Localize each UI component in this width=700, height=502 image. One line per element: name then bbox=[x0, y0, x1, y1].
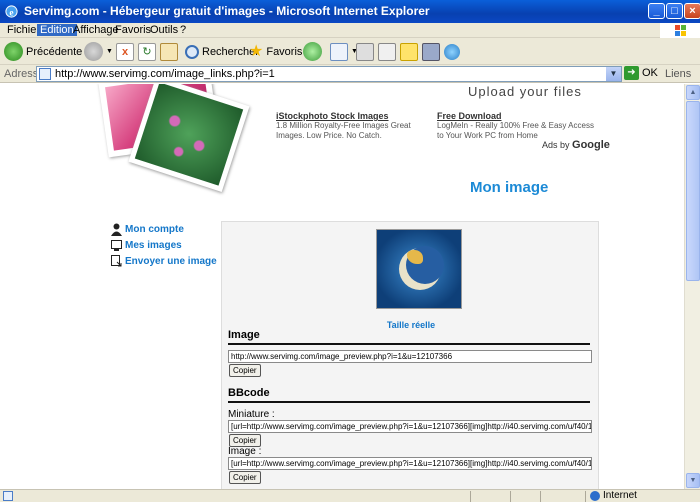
discuss-button[interactable] bbox=[400, 40, 418, 63]
nav-label[interactable]: Envoyer une image bbox=[125, 256, 217, 267]
print-button[interactable] bbox=[356, 40, 374, 63]
page-icon bbox=[3, 491, 13, 501]
windows-flag-icon bbox=[675, 25, 686, 36]
go-arrow-icon: ➜ bbox=[624, 66, 639, 80]
bbcode-miniature-field[interactable]: [url=http://www.servimg.com/image_previe… bbox=[228, 420, 592, 433]
page-title: Mon image bbox=[470, 179, 549, 196]
scroll-thumb[interactable] bbox=[686, 101, 700, 281]
monitor-icon bbox=[111, 239, 122, 251]
real-size-link[interactable]: Taille réelle bbox=[222, 320, 600, 330]
address-bar: Adresse http://www.servimg.com/image_lin… bbox=[0, 65, 700, 83]
forward-button[interactable]: ▼ bbox=[84, 40, 113, 63]
history-icon bbox=[303, 42, 322, 61]
mail-icon bbox=[330, 42, 348, 61]
chevron-down-icon[interactable]: ▼ bbox=[606, 67, 621, 81]
nav-envoyer-image[interactable]: Envoyer une image bbox=[111, 253, 217, 269]
address-url[interactable]: http://www.servimg.com/image_links.php?i… bbox=[55, 68, 275, 80]
refresh-button[interactable]: ↻ bbox=[138, 40, 156, 63]
stop-button[interactable]: x bbox=[116, 40, 134, 63]
nav-label[interactable]: Mon compte bbox=[125, 224, 184, 235]
close-button[interactable]: × bbox=[684, 3, 700, 19]
browser-content: Upload your files iStockphoto Stock Imag… bbox=[0, 84, 684, 489]
home-icon bbox=[160, 42, 178, 61]
copy-image-button[interactable]: Copier bbox=[229, 364, 261, 377]
scroll-down-icon[interactable]: ▼ bbox=[686, 473, 700, 488]
maximize-button[interactable]: □ bbox=[666, 3, 683, 19]
upload-icon bbox=[111, 254, 122, 266]
edit-icon bbox=[378, 42, 396, 61]
go-label: OK bbox=[642, 67, 658, 79]
research-button[interactable] bbox=[422, 40, 440, 63]
back-arrow-icon bbox=[4, 42, 23, 61]
section-bbcode-title: BBcode bbox=[228, 387, 270, 399]
section-divider bbox=[228, 343, 590, 345]
zone-label: Internet bbox=[603, 490, 637, 501]
image-thumbnail[interactable] bbox=[376, 229, 462, 309]
bbcode-image-field[interactable]: [url=http://www.servimg.com/image_previe… bbox=[228, 457, 592, 470]
minimize-button[interactable]: _ bbox=[648, 3, 665, 19]
print-icon bbox=[356, 42, 374, 61]
messenger-button[interactable] bbox=[444, 40, 460, 63]
miniature-label: Miniature : bbox=[228, 409, 275, 420]
search-icon bbox=[185, 44, 199, 59]
window-title: Servimg.com - Hébergeur gratuit d'images… bbox=[24, 4, 430, 18]
refresh-icon: ↻ bbox=[138, 42, 156, 61]
image-link-field[interactable]: http://www.servimg.com/image_preview.php… bbox=[228, 350, 592, 363]
favorites-button[interactable]: ★ Favoris bbox=[249, 40, 302, 63]
google-logo: Google bbox=[572, 139, 610, 151]
menu-outils[interactable]: Outils bbox=[147, 24, 181, 36]
favorites-label: Favoris bbox=[266, 45, 303, 58]
star-icon: ★ bbox=[249, 42, 264, 60]
ad-istockphoto[interactable]: iStockphoto Stock Images 1.8 Million Roy… bbox=[276, 111, 436, 141]
home-button[interactable] bbox=[160, 40, 178, 63]
back-button[interactable]: Précédente ▼ bbox=[4, 40, 92, 63]
forward-arrow-icon bbox=[84, 42, 103, 61]
ad-text: 1.8 Million Royalty-Free Images Great Im… bbox=[276, 121, 411, 140]
note-icon bbox=[400, 42, 418, 61]
section-image-title: Image bbox=[228, 329, 260, 341]
go-button[interactable]: ➜ OK bbox=[624, 66, 658, 80]
nav-label[interactable]: Mes images bbox=[125, 240, 182, 251]
page-icon bbox=[39, 68, 51, 80]
history-button[interactable] bbox=[303, 40, 322, 63]
copy-bbcode-image-button[interactable]: Copier bbox=[229, 471, 261, 484]
address-input[interactable]: http://www.servimg.com/image_links.php?i… bbox=[36, 66, 622, 82]
stop-icon: x bbox=[116, 42, 134, 61]
section-divider bbox=[228, 401, 590, 403]
ads-by-label: Ads by bbox=[542, 140, 570, 150]
messenger-icon bbox=[444, 43, 460, 60]
edit-button[interactable] bbox=[378, 40, 396, 63]
windows-logo bbox=[660, 23, 700, 38]
ads-by-google[interactable]: Ads by Google bbox=[542, 139, 610, 151]
links-label[interactable]: Liens bbox=[665, 68, 691, 80]
books-icon bbox=[422, 42, 440, 61]
bbcode-image-label: Image : bbox=[228, 446, 262, 457]
ad-title[interactable]: Free Download bbox=[437, 111, 602, 121]
menu-bar: Fichier Edition Affichage Favoris Outils… bbox=[0, 23, 700, 38]
ad-title[interactable]: iStockphoto Stock Images bbox=[276, 111, 436, 121]
user-icon bbox=[111, 223, 122, 236]
ad-text: LogMeIn - Really 100% Free & Easy Access… bbox=[437, 121, 594, 140]
menu-help[interactable]: ? bbox=[177, 24, 189, 36]
nav-mon-compte[interactable]: Mon compte bbox=[111, 221, 217, 237]
status-bar: Internet bbox=[0, 489, 700, 502]
svg-text:e: e bbox=[9, 8, 13, 18]
globe-icon bbox=[590, 490, 600, 501]
chevron-down-icon: ▼ bbox=[106, 48, 113, 55]
title-bar: e Servimg.com - Hébergeur gratuit d'imag… bbox=[0, 0, 700, 23]
user-nav: Mon compte Mes images Envoyer une image bbox=[111, 221, 217, 269]
internet-explorer-icon: e bbox=[5, 5, 18, 18]
search-button[interactable]: Rechercher bbox=[185, 40, 259, 63]
vertical-scrollbar[interactable]: ▲ ▼ bbox=[684, 84, 700, 489]
upload-title: Upload your files bbox=[468, 84, 582, 99]
mail-button[interactable]: ▼ bbox=[330, 40, 358, 63]
nav-mes-images[interactable]: Mes images bbox=[111, 237, 217, 253]
ad-free-download[interactable]: Free Download LogMeIn - Really 100% Free… bbox=[437, 111, 602, 141]
back-label: Précédente bbox=[26, 45, 83, 58]
scroll-up-icon[interactable]: ▲ bbox=[686, 85, 700, 100]
security-zone: Internet bbox=[590, 490, 637, 501]
toolbar: Précédente ▼ ▼ x ↻ Rechercher ★ Favoris … bbox=[0, 38, 700, 65]
image-links-panel: Taille réelle Image http://www.servimg.c… bbox=[221, 221, 599, 489]
